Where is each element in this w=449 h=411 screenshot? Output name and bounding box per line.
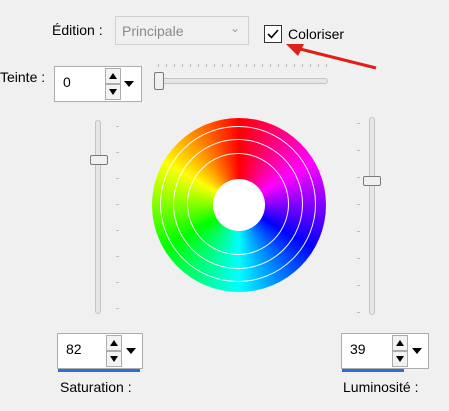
luminosity-focus-underline	[342, 369, 404, 372]
hue-dropdown-button[interactable]	[122, 67, 136, 101]
saturation-slider-thumb[interactable]	[90, 155, 108, 165]
hue-spinbox[interactable]: 0	[54, 66, 142, 102]
spin-up-icon	[396, 340, 404, 346]
slider-tick	[262, 64, 263, 67]
saturation-dropdown-button[interactable]	[124, 334, 138, 368]
slider-tick	[294, 64, 295, 67]
saturation-label: Saturation :	[60, 379, 132, 395]
slider-tick	[357, 123, 360, 124]
slider-tick	[357, 231, 360, 232]
edition-select[interactable]: Principale ⌄	[115, 16, 249, 45]
spin-up-icon	[109, 73, 117, 79]
hue-slider-thumb[interactable]	[154, 72, 164, 90]
dropdown-arrow-icon	[412, 348, 422, 354]
spin-down-icon	[110, 356, 118, 362]
saturation-focus-underline	[58, 369, 140, 372]
spin-down-icon	[109, 89, 117, 95]
slider-tick	[116, 204, 119, 205]
luminosity-dropdown-button[interactable]	[410, 334, 424, 368]
slider-tick	[116, 126, 119, 127]
hue-spin-down-button[interactable]	[105, 84, 121, 100]
slider-tick	[182, 64, 183, 67]
slider-tick	[222, 64, 223, 67]
saturation-slider[interactable]	[85, 118, 125, 318]
edition-selected-value: Principale	[122, 22, 184, 39]
spin-down-icon	[396, 356, 404, 362]
slider-tick	[174, 64, 175, 67]
slider-tick	[206, 64, 207, 67]
slider-tick	[357, 150, 360, 151]
luminosity-slider-track[interactable]	[369, 117, 375, 315]
luminosity-label: Luminosité :	[343, 379, 419, 395]
chevron-down-icon: ⌄	[229, 21, 240, 35]
slider-tick	[310, 64, 311, 67]
checkmark-icon	[267, 29, 279, 39]
hue-slider-track[interactable]	[156, 78, 328, 84]
luminosity-slider[interactable]	[356, 115, 396, 320]
slider-tick	[246, 64, 247, 67]
saturation-value[interactable]: 82	[66, 341, 82, 357]
slider-tick	[116, 308, 119, 309]
slider-tick	[116, 152, 119, 153]
slider-tick	[270, 64, 271, 67]
slider-tick	[116, 256, 119, 257]
slider-tick	[357, 312, 360, 313]
edition-label: Édition :	[52, 22, 103, 38]
saturation-spin-down-button[interactable]	[106, 351, 122, 367]
hue-slider[interactable]	[150, 60, 330, 90]
slider-tick	[357, 204, 360, 205]
spin-up-icon	[110, 340, 118, 346]
luminosity-value[interactable]: 39	[350, 341, 366, 357]
saturation-spin-up-button[interactable]	[106, 335, 122, 351]
dropdown-arrow-icon	[126, 348, 136, 354]
slider-tick	[116, 230, 119, 231]
slider-tick	[116, 178, 119, 179]
slider-tick	[302, 64, 303, 67]
slider-tick	[286, 64, 287, 67]
slider-tick	[357, 258, 360, 259]
slider-tick	[116, 282, 119, 283]
hue-label: Teinte :	[0, 69, 46, 85]
slider-tick	[254, 64, 255, 67]
slider-tick	[238, 64, 239, 67]
slider-tick	[357, 177, 360, 178]
slider-tick	[318, 64, 319, 67]
slider-tick	[190, 64, 191, 67]
color-wheel[interactable]	[152, 118, 326, 292]
slider-tick	[357, 285, 360, 286]
slider-tick	[230, 64, 231, 67]
slider-tick	[198, 64, 199, 67]
saturation-spinbox[interactable]: 82	[57, 333, 143, 369]
slider-tick	[278, 64, 279, 67]
wheel-center	[213, 179, 265, 231]
saturation-slider-track[interactable]	[95, 120, 101, 314]
slider-tick	[326, 64, 327, 67]
luminosity-spin-down-button[interactable]	[392, 351, 408, 367]
slider-tick	[158, 64, 159, 67]
luminosity-spinbox[interactable]: 39	[341, 333, 429, 369]
luminosity-slider-thumb[interactable]	[363, 176, 381, 186]
dropdown-arrow-icon	[124, 81, 134, 87]
luminosity-spin-up-button[interactable]	[392, 335, 408, 351]
hue-spin-up-button[interactable]	[105, 68, 121, 84]
hue-value[interactable]: 0	[63, 74, 71, 90]
slider-tick	[214, 64, 215, 67]
slider-tick	[166, 64, 167, 67]
